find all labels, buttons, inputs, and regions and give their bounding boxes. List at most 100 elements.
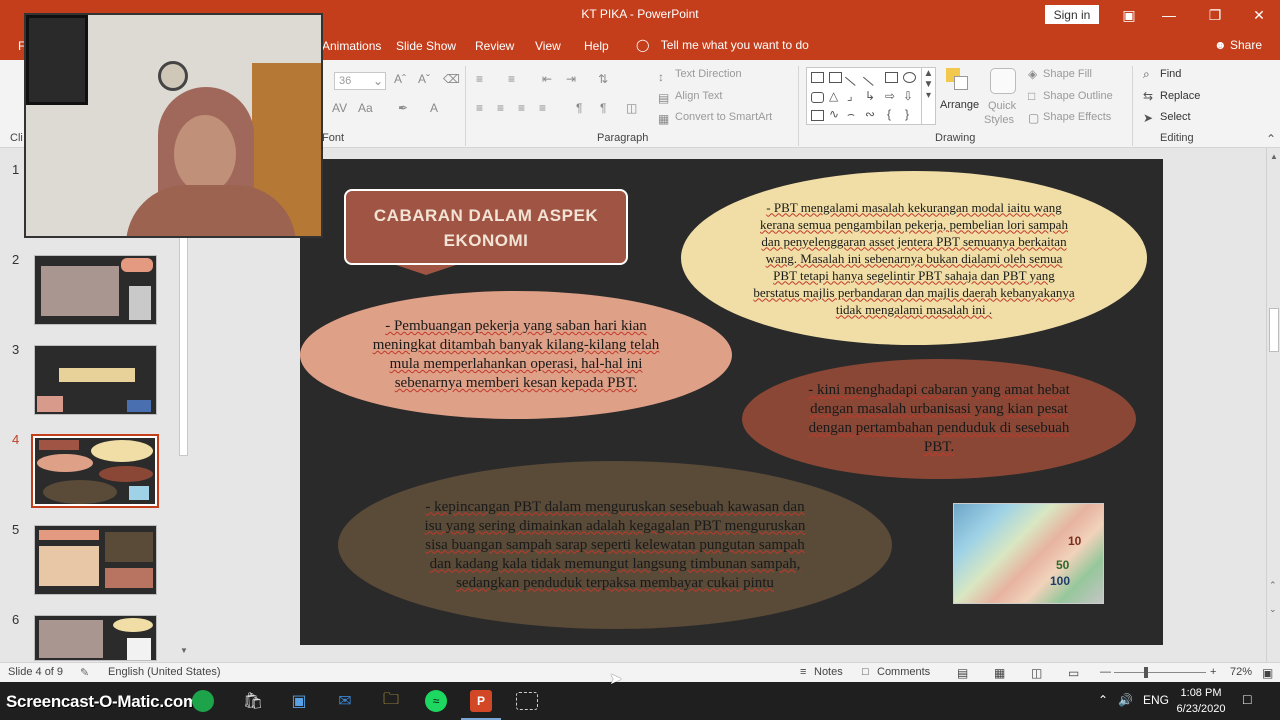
replace-button[interactable]: Replace [1160, 90, 1200, 102]
highlight-icon[interactable]: ✒ [398, 101, 408, 115]
clear-format-icon[interactable]: ⌫ [443, 72, 460, 86]
change-case-icon[interactable]: Aa [358, 101, 373, 115]
money-image[interactable]: 10 50 100 [953, 503, 1104, 604]
powerpoint-icon[interactable]: P [470, 690, 492, 712]
quick-styles-label-2[interactable]: Styles [984, 114, 1014, 126]
down-arrow-shape-icon[interactable]: ⇩ [903, 89, 916, 103]
right-arrow-shape-icon[interactable]: ⇨ [885, 89, 898, 103]
select-button[interactable]: Select [1160, 111, 1191, 123]
language-indicator[interactable]: English (United States) [108, 666, 221, 678]
brace-right-shape-icon[interactable]: } [903, 107, 916, 121]
spell-check-icon[interactable]: ✎ [80, 666, 89, 679]
justify-icon[interactable]: ≡ [539, 101, 546, 115]
zoom-slider[interactable] [1114, 667, 1206, 678]
bullets-icon[interactable]: ≡ [476, 72, 483, 86]
text-direction-ltr-icon[interactable]: ¶ [576, 101, 582, 115]
curve-shape-icon[interactable]: ⌢ [847, 107, 860, 121]
vertical-textbox-shape-icon[interactable] [829, 72, 842, 83]
bubble-right[interactable]: - kini menghadapi cabaran yang amat heba… [742, 359, 1136, 479]
elbow-connector-icon[interactable]: ⌟ [847, 89, 860, 103]
line-shape-icon[interactable] [844, 69, 863, 86]
next-slide-icon[interactable]: ⌄ [1269, 604, 1277, 615]
sign-in-button[interactable]: Sign in [1045, 5, 1099, 24]
line-spacing-icon[interactable]: ⇅ [598, 72, 608, 86]
columns-icon[interactable]: ◫ [626, 101, 637, 115]
bubble-top-right[interactable]: - PBT mengalami masalah kekurangan modal… [681, 171, 1147, 345]
photos-icon[interactable]: ▣ [286, 688, 312, 714]
mail-icon[interactable]: ✉ [332, 688, 358, 714]
arrow-shape-icon[interactable] [862, 69, 881, 86]
textbox-shape-icon[interactable] [811, 72, 824, 83]
decrease-font-icon[interactable]: Aˇ [418, 72, 430, 86]
align-text-button[interactable]: Align Text [675, 90, 723, 102]
reading-view-icon[interactable]: ◫ [1031, 666, 1042, 680]
tray-chevron-icon[interactable]: ⌃ [1098, 693, 1108, 707]
taskbar-clock[interactable]: 1:08 PM 6/23/2020 [1170, 685, 1232, 717]
tab-help[interactable]: Help [584, 39, 609, 53]
tab-slide-show[interactable]: Slide Show [396, 39, 456, 53]
increase-indent-icon[interactable]: ⇥ [566, 72, 576, 86]
zoom-in-icon[interactable]: + [1210, 666, 1216, 678]
shape-outline-button[interactable]: Shape Outline [1043, 90, 1113, 102]
brace-left-shape-icon[interactable]: { [885, 107, 898, 121]
store-icon[interactable]: 🛍 [240, 688, 266, 714]
slide-thumbnail-3[interactable] [34, 345, 157, 415]
shape-effects-button[interactable]: Shape Effects [1043, 111, 1111, 123]
slide-thumbnail-5[interactable] [34, 525, 157, 595]
normal-view-icon[interactable]: ▤ [957, 666, 968, 680]
tell-me-search[interactable]: ◯ Tell me what you want to do [636, 38, 809, 52]
close-icon[interactable]: ✕ [1236, 0, 1280, 30]
slide-scroll-thumb[interactable] [1269, 308, 1279, 352]
bubble-bottom[interactable]: - kepincangan PBT dalam menguruskan sese… [338, 461, 892, 629]
minimize-icon[interactable]: — [1146, 0, 1192, 30]
shapes-scroll[interactable]: ▲ ▼ ▾ [921, 68, 935, 124]
fit-slide-icon[interactable]: ▣ [1262, 666, 1273, 680]
slide-scrollbar[interactable]: ▲ ⌃ ⌄ [1266, 148, 1280, 662]
slide-thumbnail-4[interactable] [31, 434, 159, 508]
tab-animations[interactable]: Animations [322, 39, 381, 53]
file-explorer-icon[interactable]: 🗀 [378, 688, 404, 714]
tab-view[interactable]: View [535, 39, 561, 53]
align-center-icon[interactable]: ≡ [497, 101, 504, 115]
decrease-indent-icon[interactable]: ⇤ [542, 72, 552, 86]
slide-sorter-icon[interactable]: ▦ [994, 666, 1005, 680]
notifications-icon[interactable]: □ [1243, 691, 1251, 707]
align-right-icon[interactable]: ≡ [518, 101, 525, 115]
shape-fill-button[interactable]: Shape Fill [1043, 68, 1092, 80]
increase-font-icon[interactable]: Aˆ [394, 72, 406, 86]
previous-slide-icon[interactable]: ⌃ [1269, 580, 1277, 591]
zoom-out-icon[interactable]: — [1100, 666, 1111, 678]
oval-shape-icon[interactable] [903, 72, 916, 83]
shapes-gallery[interactable]: △ ⌟ ↳ ⇨ ⇩ ∿ ⌢ ∾ { } ▲ ▼ ▾ [806, 67, 936, 125]
share-button[interactable]: ☻ Share [1214, 38, 1262, 52]
text-direction-button[interactable]: Text Direction [675, 68, 742, 80]
arrange-button[interactable]: Arrange [940, 99, 979, 111]
spotify-icon[interactable]: ≈ [425, 690, 447, 712]
comments-button[interactable]: Comments [877, 666, 930, 678]
zoom-slider-thumb[interactable] [1144, 667, 1148, 678]
maximize-icon[interactable]: ❐ [1192, 0, 1238, 30]
rectangle-shape-icon[interactable] [885, 72, 898, 83]
triangle-shape-icon[interactable]: △ [829, 89, 842, 103]
font-size-box[interactable]: 36 ⌄ [334, 72, 386, 90]
tab-review[interactable]: Review [475, 39, 514, 53]
numbering-icon[interactable]: ≡ [508, 72, 515, 86]
chrome-icon[interactable] [192, 690, 214, 712]
zoom-level[interactable]: 72% [1230, 666, 1252, 678]
collapse-ribbon-icon[interactable]: ⌃ [1266, 132, 1276, 146]
rounded-rect-shape-icon[interactable] [811, 92, 824, 103]
notes-button[interactable]: Notes [814, 666, 843, 678]
bubble-left[interactable]: - Pembuangan pekerja yang saban hari kia… [300, 291, 732, 419]
character-spacing-icon[interactable]: AV [332, 101, 347, 115]
slide-canvas[interactable]: CABARAN DALAM ASPEK EKONOMI - PBT mengal… [300, 159, 1163, 645]
scroll-down-icon[interactable]: ▼ [180, 646, 188, 655]
scribble-shape-icon[interactable]: ∾ [865, 107, 878, 121]
scroll-up-icon[interactable]: ▲ [1270, 152, 1278, 161]
quick-styles-label-1[interactable]: Quick [988, 100, 1016, 112]
input-language[interactable]: ENG [1143, 693, 1169, 707]
slideshow-view-icon[interactable]: ▭ [1068, 666, 1079, 680]
freeform-shape-icon[interactable]: ∿ [829, 107, 842, 121]
slide-thumbnail-2[interactable] [34, 255, 157, 325]
convert-smartart-button[interactable]: Convert to SmartArt [675, 111, 772, 123]
slide-thumbnail-6[interactable] [34, 615, 157, 661]
